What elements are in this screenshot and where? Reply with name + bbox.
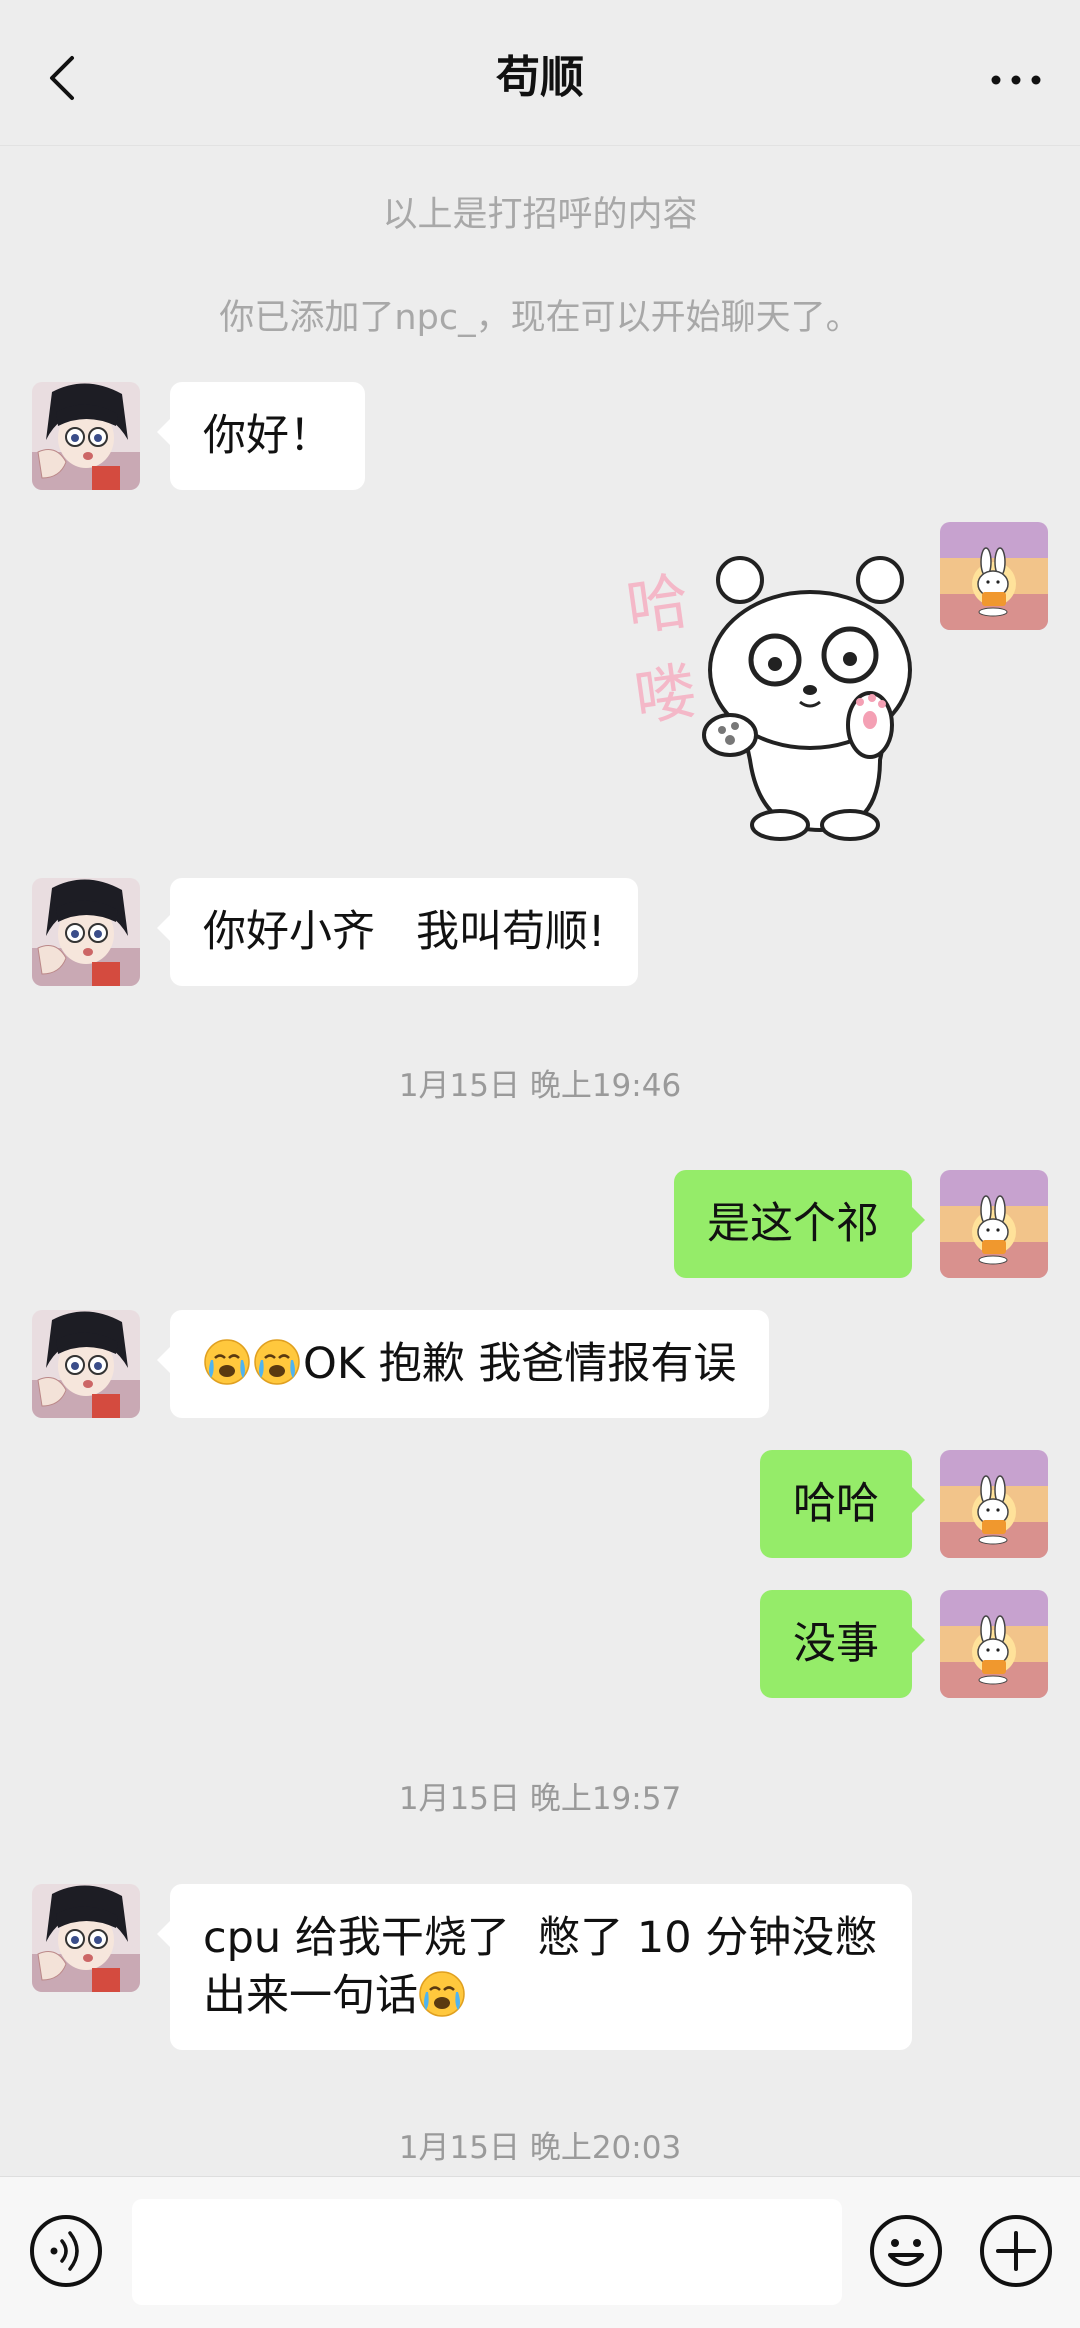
contact-avatar[interactable] <box>32 1310 140 1418</box>
emoji-face-icon[interactable] <box>868 2213 944 2289</box>
more-dots-icon[interactable] <box>976 48 1056 108</box>
plus-circle-icon[interactable] <box>978 2213 1054 2289</box>
crying-face-icon <box>253 1338 301 1386</box>
contact-avatar[interactable] <box>32 1884 140 1992</box>
message-text: 没事 <box>793 1619 879 1669</box>
my-avatar[interactable] <box>940 1170 1048 1278</box>
message-bubble-incoming[interactable]: 你好小齐 我叫苟顺! <box>156 878 639 986</box>
message-input[interactable] <box>132 2199 842 2305</box>
sticker-text-1: 哈 <box>622 564 694 645</box>
message-text: 你好小齐 我叫苟顺! <box>203 907 606 957</box>
crying-face-icon <box>418 1970 466 2018</box>
message-bubble-incoming[interactable]: 你好！ <box>157 382 365 490</box>
message-text: 哈哈 <box>793 1479 879 1529</box>
voice-icon[interactable] <box>28 2213 104 2289</box>
message-text: 你好！ <box>203 411 332 461</box>
message-bubble-outgoing[interactable]: 哈哈 <box>760 1450 925 1558</box>
timestamp: 1月15日 晚上19:46 <box>398 1068 682 1104</box>
my-avatar[interactable] <box>940 1450 1048 1558</box>
message-bubble-outgoing[interactable]: 是这个祁 <box>674 1170 925 1278</box>
message-text-line: 出来一句话 <box>203 1971 418 2021</box>
timestamp: 1月15日 晚上20:03 <box>398 2130 682 2166</box>
my-avatar[interactable] <box>940 522 1048 630</box>
added-friend-note: 你已添加了npc_，现在可以开始聊天了。 <box>219 298 861 338</box>
message-bubble-incoming[interactable]: cpu 给我干烧了 憋了 10 分钟没憋 出来一句话 <box>157 1884 912 2050</box>
sticker-text-2: 喽 <box>630 654 702 735</box>
input-bar <box>0 2176 1080 2328</box>
message-text-line: cpu 给我干烧了 憋了 10 分钟没憋 <box>203 1913 878 1963</box>
bear-sticker[interactable]: 哈 喽 <box>580 530 920 850</box>
my-avatar[interactable] <box>940 1590 1048 1698</box>
greeting-note: 以上是打招呼的内容 <box>382 195 698 235</box>
timestamp: 1月15日 晚上19:57 <box>398 1781 682 1817</box>
message-bubble-outgoing[interactable]: 没事 <box>760 1590 925 1698</box>
contact-avatar[interactable] <box>32 878 140 986</box>
message-text: OK 抱歉 我爸情报有误 <box>303 1339 737 1389</box>
message-bubble-incoming[interactable]: OK 抱歉 我爸情报有误 <box>156 1310 770 1418</box>
chat-title: 苟顺 <box>496 52 584 103</box>
contact-avatar[interactable] <box>32 382 140 490</box>
crying-face-icon <box>203 1338 251 1386</box>
top-bar: 苟顺 <box>0 0 1080 146</box>
message-text: 是这个祁 <box>707 1199 879 1249</box>
